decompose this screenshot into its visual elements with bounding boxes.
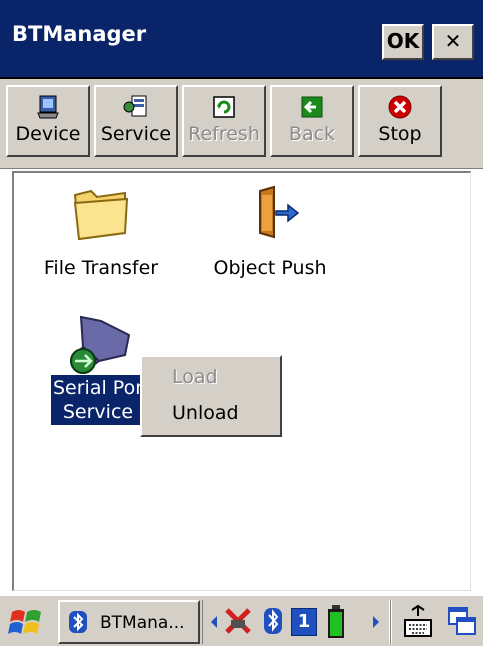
service-label-file-transfer: File Transfer — [43, 257, 159, 279]
network-x-icon[interactable] — [221, 606, 255, 636]
system-tray: 1 — [202, 600, 390, 644]
refresh-label: Refresh — [188, 123, 260, 145]
service-item-file-transfer[interactable]: File Transfer — [26, 181, 176, 279]
toolbar: Device Service Refresh Back Stop — [0, 79, 483, 169]
menu-item-unload[interactable]: Unload — [142, 397, 280, 429]
service-label-object-push: Object Push — [213, 257, 327, 279]
service-label-serial-port-line2: Service — [62, 401, 134, 423]
folder-icon — [73, 189, 129, 241]
object-push-icon — [259, 185, 300, 239]
serial-port-icon — [70, 315, 131, 374]
back-arrow-icon — [301, 96, 323, 118]
service-button[interactable]: Service — [94, 85, 178, 157]
taskbar-separator — [390, 600, 392, 644]
scroll-left-icon[interactable] — [209, 612, 219, 632]
bluetooth-tray-icon[interactable] — [261, 606, 285, 636]
start-flag-icon[interactable] — [6, 602, 48, 642]
window-title: BTManager — [12, 22, 147, 46]
taskbar-task-label: BTMana... — [100, 613, 185, 633]
stop-label: Stop — [378, 123, 422, 145]
tray-number-badge[interactable]: 1 — [291, 608, 317, 636]
taskbar: BTMana... 1 — [0, 594, 483, 646]
service-icon — [123, 95, 147, 117]
service-label-serial-port-line1: Serial Por — [52, 377, 144, 399]
menu-item-load[interactable]: Load — [142, 361, 280, 393]
device-icon — [37, 95, 59, 119]
selected-service-caption: Serial Por Service — [49, 374, 147, 426]
device-label: Device — [15, 123, 81, 145]
service-label: Service — [100, 123, 172, 145]
switch-window-icon[interactable] — [446, 602, 478, 640]
taskbar-task-btmanager[interactable]: BTMana... — [58, 600, 200, 644]
bluetooth-icon — [69, 611, 87, 633]
ok-button[interactable]: OK — [382, 24, 424, 60]
scroll-right-icon[interactable] — [371, 612, 381, 632]
title-bar: BTManager OK ✕ — [0, 0, 483, 79]
battery-icon[interactable] — [325, 604, 347, 640]
close-button[interactable]: ✕ — [432, 24, 474, 60]
back-label: Back — [288, 123, 336, 145]
keyboard-icon[interactable] — [402, 602, 434, 640]
device-button[interactable]: Device — [6, 85, 90, 157]
back-button[interactable]: Back — [270, 85, 354, 157]
stop-icon — [388, 95, 412, 119]
service-item-object-push[interactable]: Object Push — [180, 181, 360, 279]
refresh-icon — [213, 96, 235, 118]
stop-button[interactable]: Stop — [358, 85, 442, 157]
context-menu: Load Unload — [140, 355, 282, 437]
refresh-button[interactable]: Refresh — [182, 85, 266, 157]
